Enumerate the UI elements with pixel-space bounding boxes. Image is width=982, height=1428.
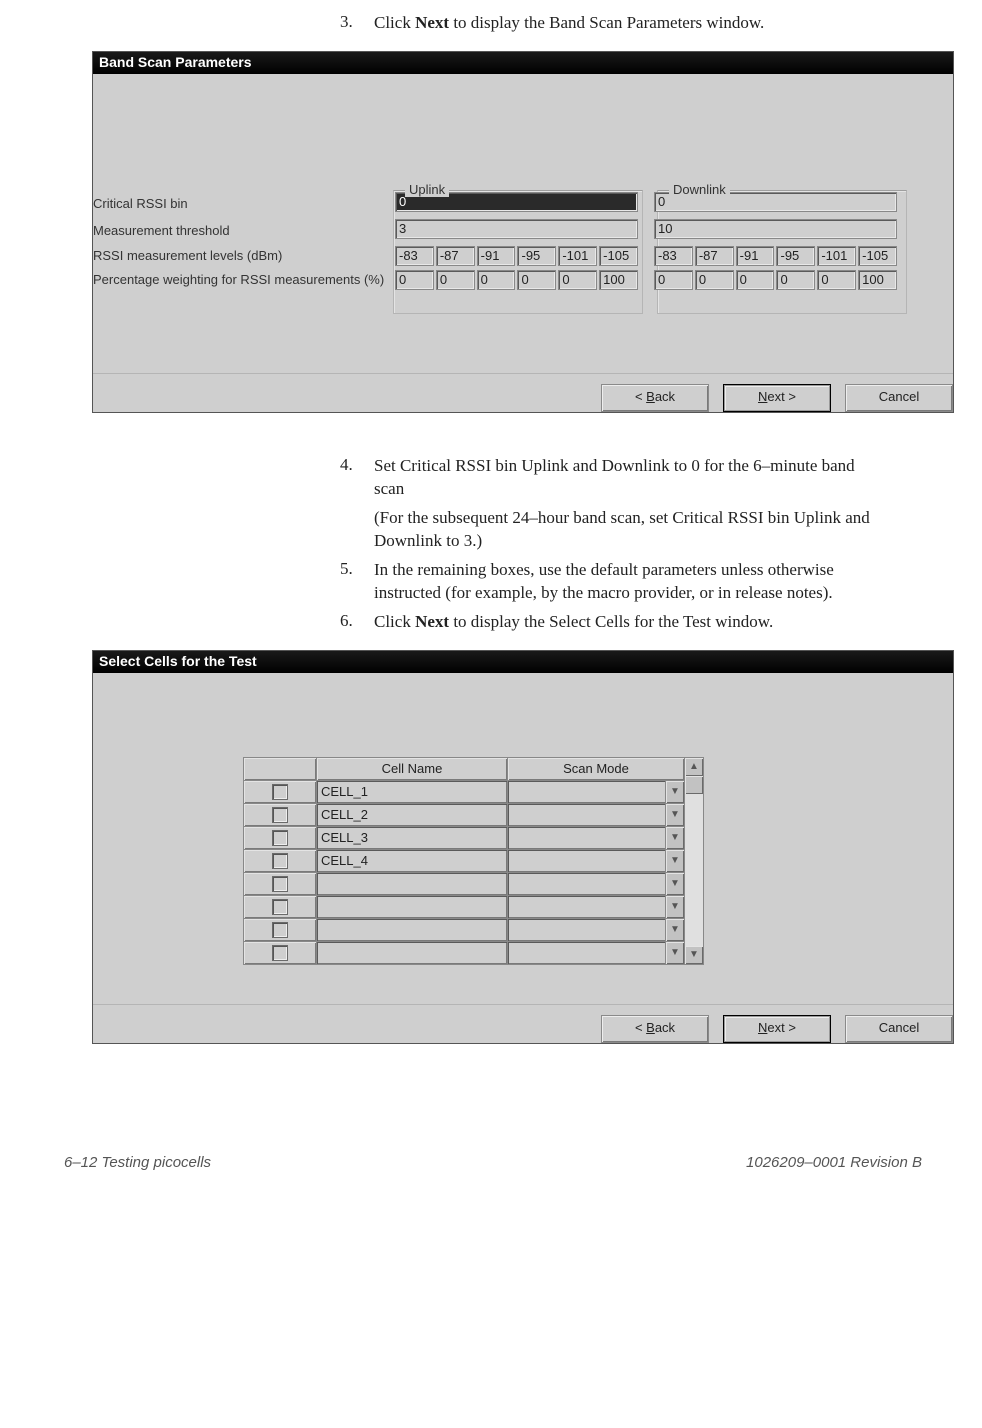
row-checkbox[interactable] — [272, 853, 288, 869]
cellname-input[interactable] — [317, 873, 507, 895]
downlink-level-input[interactable]: -101 — [817, 246, 856, 266]
footer-right: 1026209–0001 Revision B — [746, 1154, 922, 1171]
scanmode-combo[interactable] — [508, 873, 665, 895]
label-threshold: Measurement threshold — [93, 223, 395, 238]
cellname-input[interactable] — [317, 919, 507, 941]
uplink-weight-input[interactable]: 0 — [436, 270, 475, 290]
chevron-down-icon[interactable]: ▼ — [665, 919, 684, 941]
step-text: Set Critical RSSI bin Uplink and Downlin… — [374, 455, 880, 553]
next-button[interactable]: Next > — [723, 384, 831, 412]
scanmode-combo[interactable] — [508, 781, 665, 803]
downlink-legend: Downlink — [669, 182, 730, 197]
table-row: CELL_4 ▼ — [244, 849, 685, 872]
downlink-threshold-input[interactable]: 10 — [654, 219, 897, 239]
chevron-down-icon[interactable]: ▼ — [665, 827, 684, 849]
downlink-weight-input[interactable]: 0 — [817, 270, 856, 290]
label-critical-rssi: Critical RSSI bin — [93, 196, 395, 211]
uplink-level-input[interactable]: -105 — [599, 246, 638, 266]
downlink-level-input[interactable]: -91 — [736, 246, 775, 266]
table-row: CELL_2 ▼ — [244, 803, 685, 826]
cellname-input[interactable]: CELL_2 — [317, 804, 507, 826]
cancel-button[interactable]: Cancel — [845, 1015, 953, 1043]
row-checkbox[interactable] — [272, 830, 288, 846]
step-number: 3. — [340, 12, 374, 35]
step-text: In the remaining boxes, use the default … — [374, 559, 880, 605]
step-number: 5. — [340, 559, 374, 605]
footer-left: 6–12 Testing picocells — [64, 1154, 211, 1171]
header-cellname: Cell Name — [317, 757, 508, 780]
cancel-button[interactable]: Cancel — [845, 384, 953, 412]
downlink-weight-input[interactable]: 0 — [654, 270, 693, 290]
band-scan-parameters-dialog: Band Scan Parameters Uplink Downlink Cri… — [92, 51, 954, 413]
step-text: Click Next to display the Band Scan Para… — [374, 12, 880, 35]
chevron-down-icon[interactable]: ▼ — [665, 942, 684, 964]
cellname-input[interactable] — [317, 896, 507, 918]
scanmode-combo[interactable] — [508, 827, 665, 849]
dialog-title: Band Scan Parameters — [93, 52, 953, 74]
label-weights: Percentage weighting for RSSI measuremen… — [93, 272, 395, 287]
uplink-weight-input[interactable]: 0 — [395, 270, 434, 290]
downlink-weight-input[interactable]: 0 — [736, 270, 775, 290]
back-button[interactable]: < Back — [601, 1015, 709, 1043]
row-checkbox[interactable] — [272, 784, 288, 800]
uplink-threshold-input[interactable]: 3 — [395, 219, 638, 239]
downlink-level-input[interactable]: -105 — [858, 246, 897, 266]
step-text: Click Next to display the Select Cells f… — [374, 611, 880, 634]
downlink-weight-input[interactable]: 100 — [858, 270, 897, 290]
downlink-weight-input[interactable]: 0 — [776, 270, 815, 290]
chevron-down-icon[interactable]: ▼ — [665, 850, 684, 872]
scroll-down-icon[interactable]: ▼ — [685, 946, 703, 964]
table-scrollbar[interactable]: ▲ ▼ — [685, 757, 704, 965]
chevron-down-icon[interactable]: ▼ — [665, 873, 684, 895]
step-number: 4. — [340, 455, 374, 553]
table-row: ▼ — [244, 895, 685, 918]
uplink-weight-input[interactable]: 0 — [477, 270, 516, 290]
uplink-level-input[interactable]: -83 — [395, 246, 434, 266]
cellname-input[interactable]: CELL_1 — [317, 781, 507, 803]
uplink-weight-input[interactable]: 0 — [517, 270, 556, 290]
table-row: CELL_3 ▼ — [244, 826, 685, 849]
downlink-weight-input[interactable]: 0 — [695, 270, 734, 290]
scanmode-combo[interactable] — [508, 804, 665, 826]
next-button[interactable]: Next > — [723, 1015, 831, 1043]
table-row: ▼ — [244, 941, 685, 964]
table-row: ▼ — [244, 918, 685, 941]
uplink-legend: Uplink — [405, 182, 449, 197]
dialog-title: Select Cells for the Test — [93, 651, 953, 673]
cells-table: Cell Name Scan Mode CELL_1 ▼ CELL_2 ▼ — [243, 757, 685, 965]
scroll-thumb[interactable] — [685, 776, 703, 794]
scanmode-combo[interactable] — [508, 942, 665, 964]
cellname-input[interactable]: CELL_4 — [317, 850, 507, 872]
row-checkbox[interactable] — [272, 922, 288, 938]
cellname-input[interactable]: CELL_3 — [317, 827, 507, 849]
back-button[interactable]: < Back — [601, 384, 709, 412]
chevron-down-icon[interactable]: ▼ — [665, 896, 684, 918]
row-checkbox[interactable] — [272, 876, 288, 892]
uplink-level-input[interactable]: -95 — [517, 246, 556, 266]
uplink-level-input[interactable]: -91 — [477, 246, 516, 266]
table-row: CELL_1 ▼ — [244, 780, 685, 803]
step-number: 6. — [340, 611, 374, 634]
uplink-level-input[interactable]: -101 — [558, 246, 597, 266]
row-checkbox[interactable] — [272, 807, 288, 823]
uplink-level-input[interactable]: -87 — [436, 246, 475, 266]
chevron-down-icon[interactable]: ▼ — [665, 781, 684, 803]
scanmode-combo[interactable] — [508, 850, 665, 872]
downlink-level-input[interactable]: -87 — [695, 246, 734, 266]
scanmode-combo[interactable] — [508, 919, 665, 941]
scanmode-combo[interactable] — [508, 896, 665, 918]
scroll-up-icon[interactable]: ▲ — [685, 758, 703, 776]
row-checkbox[interactable] — [272, 945, 288, 961]
chevron-down-icon[interactable]: ▼ — [665, 804, 684, 826]
uplink-weight-input[interactable]: 0 — [558, 270, 597, 290]
uplink-weight-input[interactable]: 100 — [599, 270, 638, 290]
header-scanmode: Scan Mode — [508, 757, 685, 780]
row-checkbox[interactable] — [272, 899, 288, 915]
cellname-input[interactable] — [317, 942, 507, 964]
table-row: ▼ — [244, 872, 685, 895]
downlink-level-input[interactable]: -95 — [776, 246, 815, 266]
label-levels: RSSI measurement levels (dBm) — [93, 248, 395, 263]
downlink-level-input[interactable]: -83 — [654, 246, 693, 266]
select-cells-dialog: Select Cells for the Test Cell Name Scan… — [92, 650, 954, 1044]
